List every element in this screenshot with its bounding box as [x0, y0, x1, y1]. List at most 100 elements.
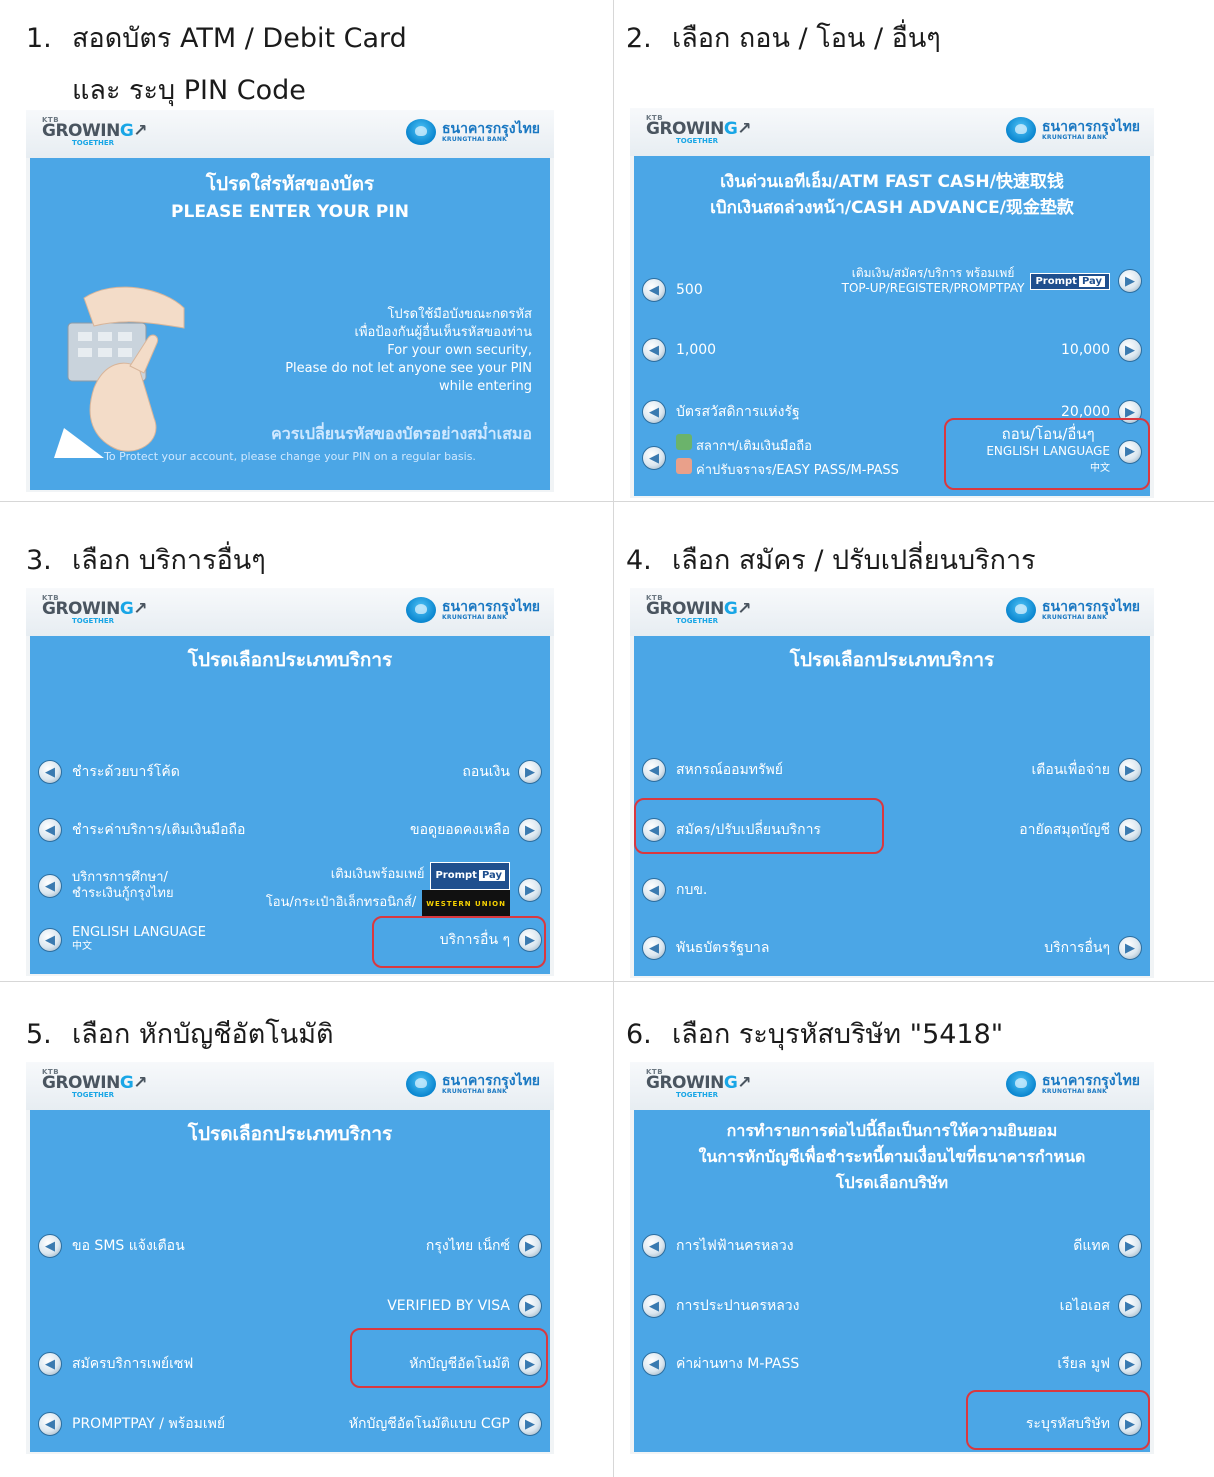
arrow-left-icon[interactable]: ◀ [38, 928, 62, 952]
arrow-right-icon[interactable]: ▶ [1118, 818, 1142, 842]
option-promptpay-transfer[interactable]: เติมเงินพร้อมเพย์ Prompt Pay โอน/กระเป๋าอิ… [266, 862, 542, 918]
instruction-grid: 1. สอดบัตร ATM / Debit Card และ ระบุ PIN … [0, 0, 1214, 1477]
option-dtac[interactable]: ดีแทค ▶ [1073, 1234, 1142, 1258]
step-1-title: 1. สอดบัตร ATM / Debit Card [26, 23, 407, 54]
arrow-left-icon[interactable]: ◀ [38, 874, 62, 898]
arrow-right-icon[interactable]: ▶ [518, 1294, 542, 1318]
arrow-right-icon[interactable]: ▶ [518, 1412, 542, 1436]
krungthai-logo: ธนาคารกรุงไทย KRUNGTHAI BANK [405, 1071, 540, 1097]
arrow-right-icon[interactable]: ▶ [518, 878, 542, 902]
step-5-title: 5. เลือก หักบัญชีอัตโนมัติ [26, 1019, 334, 1050]
atm-screenshot-6: KTB GROWING↗ TOGETHER ธนาคารกรุงไทย KRUNGTH… [630, 1062, 1154, 1454]
atm-header: KTB GROWING↗ TOGETHER ธนาคารกรุงไทย KRUNGTH… [630, 588, 1154, 636]
option-auto-debit-cgp[interactable]: หักบัญชีอัตโนมัติแบบ CGP ▶ [349, 1412, 542, 1436]
arrow-left-icon[interactable]: ◀ [38, 760, 62, 784]
arrow-right-icon[interactable]: ▶ [518, 818, 542, 842]
step-6-title: 6. เลือก ระบุรหัสบริษัท "5418" [626, 1019, 1004, 1050]
option-verified-by-visa[interactable]: VERIFIED BY VISA ▶ [387, 1294, 542, 1318]
option-promptpay[interactable]: เติมเงิน/สมัคร/บริการ พร้อมเพย์ TOP-UP/RE… [842, 266, 1142, 296]
option-freeze-passbook[interactable]: อายัดสมุดบัญชี ▶ [1019, 818, 1142, 842]
option-truemove[interactable]: เรียล มูฟ ▶ [1057, 1352, 1142, 1376]
option-education[interactable]: ◀ บริการการศึกษา/ชำระเงินกู้กรุงไทย [38, 870, 174, 902]
arrow-left-icon[interactable]: ◀ [642, 446, 666, 470]
consent-line-2: ในการหักบัญชีเพื่อชำระหนี้ตามเงื่อนไขที่… [698, 1147, 1086, 1166]
option-ais[interactable]: เอไอเอส ▶ [1060, 1294, 1142, 1318]
option-m-pass[interactable]: ◀ ค่าผ่านทาง M-PASS [642, 1352, 799, 1376]
atm-header: KTB GROWING↗ TOGETHER ธนาคารกรุงไทย KRUNGTH… [630, 1062, 1154, 1110]
option-promptpay[interactable]: ◀ PROMPTPAY / พร้อมเพย์ [38, 1412, 225, 1436]
arrow-right-icon[interactable]: ▶ [1118, 1294, 1142, 1318]
option-gpf[interactable]: ◀ กบข. [642, 878, 707, 902]
option-lottery-fines[interactable]: ◀ สลากฯ/เติมเงินมือถือ ค่าปรับจราจร/EASY… [642, 434, 899, 482]
cash-advance-title: เบิกเงินสดล่วงหน้า/CASH ADVANCE/现金垫款 [710, 198, 1074, 218]
arrow-left-icon[interactable]: ◀ [642, 278, 666, 302]
krungthai-logo: ธนาคารกรุงไทย KRUNGTHAI BANK [1005, 117, 1140, 143]
arrow-left-icon[interactable]: ◀ [642, 338, 666, 362]
option-mwa[interactable]: ◀ การประปานครหลวง [642, 1294, 800, 1318]
atm-header: KTB GROWING↗ TOGETHER ธนาคารกรุงไทย KRUNGTH… [26, 1062, 554, 1110]
option-cooperative[interactable]: ◀ สหกรณ์ออมทรัพย์ [642, 758, 783, 782]
pin-title-th: โปรดใส่รหัสของบัตร [205, 173, 375, 195]
growing-together-logo: KTB GROWING↗ TOGETHER [42, 116, 148, 147]
option-payment-alert[interactable]: เตือนเพื่อจ่าย ▶ [1031, 758, 1142, 782]
option-1000[interactable]: ◀ 1,000 [642, 338, 716, 362]
krungthai-logo: ธนาคารกรุงไทย KRUNGTHAI BANK [405, 597, 540, 623]
option-krungthai-next[interactable]: กรุงไทย เน็กซ์ ▶ [426, 1234, 542, 1258]
option-gov-bond[interactable]: ◀ พันธบัตรรัฐบาล [642, 936, 769, 960]
promptpay-logo: Prompt Pay [430, 862, 510, 890]
option-welfare-card[interactable]: ◀ บัตรสวัสดิการแห่งรัฐ [642, 400, 800, 424]
arrow-right-icon[interactable]: ▶ [1118, 1352, 1142, 1376]
arrow-right-icon[interactable]: ▶ [518, 760, 542, 784]
arrow-left-icon[interactable]: ◀ [642, 1294, 666, 1318]
krungthai-logo: ธนาคารกรุงไทย KRUNGTHAI BANK [1005, 597, 1140, 623]
arrow-right-icon[interactable]: ▶ [1118, 269, 1142, 293]
select-company-title: โปรดเลือกบริษัท [835, 1173, 949, 1192]
growing-together-logo: KTB GROWING↗ TOGETHER [42, 594, 148, 625]
arrow-right-icon[interactable]: ▶ [1118, 758, 1142, 782]
step-2-title: 2. เลือก ถอน / โอน / อื่นๆ [626, 23, 941, 54]
lottery-icon [676, 434, 692, 450]
arrow-left-icon[interactable]: ◀ [642, 400, 666, 424]
arrow-left-icon[interactable]: ◀ [642, 1234, 666, 1258]
arrow-left-icon[interactable]: ◀ [38, 1352, 62, 1376]
option-paysafe[interactable]: ◀ สมัครบริการเพย์เซฟ [38, 1352, 193, 1376]
option-sms-alert[interactable]: ◀ ขอ SMS แจ้งเตือน [38, 1234, 185, 1258]
pin-title-en: PLEASE ENTER YOUR PIN [171, 202, 409, 222]
atm-screenshot-1: KTB GROWING↗ TOGETHER ธนาคารกรุงไทย KRUNGTH… [26, 110, 554, 492]
arrow-left-icon[interactable]: ◀ [38, 818, 62, 842]
security-notice: โปรดใช้มือบังขณะกดรหัส เพื่อป้องกันผู้อื… [285, 307, 532, 394]
change-pin-th: ควรเปลี่ยนรหัสของบัตรอย่างสม่ำเสมอ [271, 424, 532, 443]
option-mea[interactable]: ◀ การไฟฟ้านครหลวง [642, 1234, 794, 1258]
option-bill-topup[interactable]: ◀ ชำระค่าบริการ/เติมเงินมือถือ [38, 818, 245, 842]
step-1-cell: 1. สอดบัตร ATM / Debit Card และ ระบุ PIN … [0, 0, 614, 502]
option-english[interactable]: ◀ ENGLISH LANGUAGE 中文 [38, 926, 206, 954]
arrow-left-icon[interactable]: ◀ [642, 758, 666, 782]
arrow-right-icon[interactable]: ▶ [1118, 1234, 1142, 1258]
arrow-right-icon[interactable]: ▶ [1118, 338, 1142, 362]
arrow-right-icon[interactable]: ▶ [518, 1234, 542, 1258]
arrow-left-icon[interactable]: ◀ [642, 936, 666, 960]
option-10000[interactable]: 10,000 ▶ [1061, 338, 1142, 362]
option-withdraw[interactable]: ถอนเงิน ▶ [462, 760, 542, 784]
step-5-cell: 5. เลือก หักบัญชีอัตโนมัติ KTB GROWING↗ TOG… [0, 982, 614, 1477]
highlight-box [966, 1390, 1150, 1450]
option-other-services[interactable]: บริการอื่นๆ ▶ [1044, 936, 1142, 960]
atm-screen: โปรดใส่รหัสของบัตร PLEASE ENTER YOUR PIN… [30, 158, 550, 490]
select-service-title: โปรดเลือกประเภทบริการ [789, 649, 995, 671]
arrow-left-icon[interactable]: ◀ [642, 878, 666, 902]
growing-together-logo: KTB GROWING↗ TOGETHER [42, 1068, 148, 1099]
arrow-left-icon[interactable]: ◀ [642, 1352, 666, 1376]
select-service-title: โปรดเลือกประเภทบริการ [187, 1123, 393, 1145]
select-service-title: โปรดเลือกประเภทบริการ [187, 649, 393, 671]
option-500[interactable]: ◀ 500 [642, 278, 703, 302]
atm-screenshot-3: KTB GROWING↗ TOGETHER ธนาคารกรุงไทย KRUNGTH… [26, 588, 554, 976]
consent-line-1: การทำรายการต่อไปนี้ถือเป็นการให้ความยินย… [726, 1121, 1058, 1140]
option-barcode-payment[interactable]: ◀ ชำระด้วยบาร์โค้ด [38, 760, 180, 784]
option-balance[interactable]: ขอดูยอดคงเหลือ ▶ [410, 818, 542, 842]
promptpay-logo: Prompt Pay [1030, 272, 1110, 290]
growing-together-logo: KTB GROWING↗ TOGETHER [646, 1068, 752, 1099]
arrow-right-icon[interactable]: ▶ [1118, 936, 1142, 960]
arrow-left-icon[interactable]: ◀ [38, 1234, 62, 1258]
arrow-left-icon[interactable]: ◀ [38, 1412, 62, 1436]
growing-together-logo: KTB GROWING↗ TOGETHER [646, 114, 752, 145]
